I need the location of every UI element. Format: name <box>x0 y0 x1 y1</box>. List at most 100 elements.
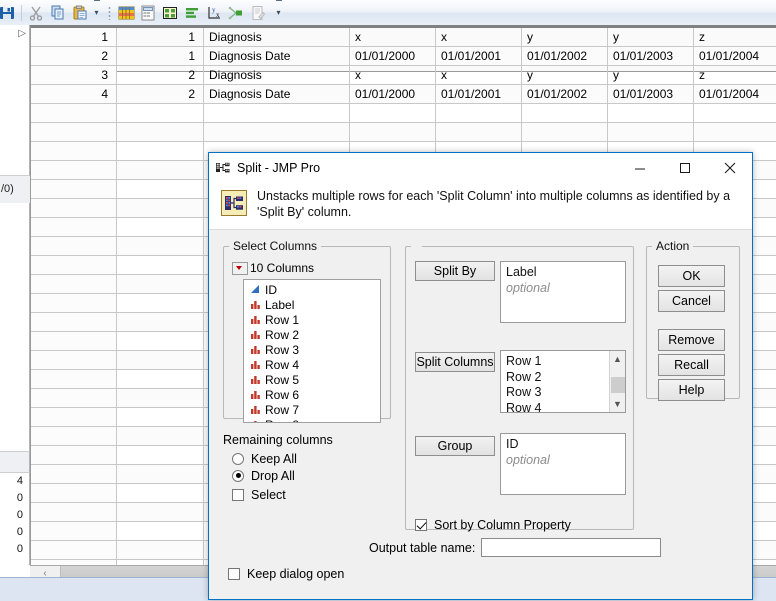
table-cell[interactable]: x <box>436 28 522 46</box>
table-cell[interactable] <box>117 199 204 217</box>
table-cell[interactable] <box>117 161 204 179</box>
recall-button[interactable]: Recall <box>658 354 725 376</box>
column-list-item[interactable]: Row 8 <box>244 417 380 422</box>
table-cell[interactable] <box>694 104 776 122</box>
row-number-cell[interactable] <box>31 180 117 198</box>
table-cell[interactable]: 1 <box>117 47 204 65</box>
split-columns-item[interactable]: Row 1 <box>506 354 608 370</box>
table-cell[interactable]: 01/01/2001 <box>436 47 522 65</box>
table-row-empty[interactable] <box>31 123 776 142</box>
radio-drop-all-indicator[interactable] <box>232 469 244 482</box>
row-number-cell[interactable] <box>31 256 117 274</box>
row-number-cell[interactable] <box>31 142 117 160</box>
maximize-button[interactable] <box>662 153 707 183</box>
radio-keep-all[interactable]: Keep All <box>223 450 403 467</box>
cut-icon[interactable] <box>25 2 47 24</box>
row-number-cell[interactable]: 3 <box>31 66 117 84</box>
table-cell[interactable]: 01/01/2003 <box>608 85 694 103</box>
row-number-cell[interactable] <box>31 332 117 350</box>
distribution-icon[interactable] <box>181 2 203 24</box>
table-cell[interactable] <box>117 446 204 464</box>
row-number-cell[interactable] <box>31 218 117 236</box>
group-value[interactable]: ID <box>506 437 625 453</box>
tabulate-icon[interactable] <box>159 2 181 24</box>
row-number-cell[interactable] <box>31 123 117 141</box>
checkbox-select[interactable]: Select <box>223 486 403 503</box>
table-row-empty[interactable] <box>31 104 776 123</box>
split-columns-button[interactable]: Split Columns <box>415 352 495 372</box>
row-number-cell[interactable] <box>31 275 117 293</box>
paste-icon[interactable] <box>69 2 91 24</box>
cancel-button[interactable]: Cancel <box>658 290 725 312</box>
table-cell[interactable] <box>117 522 204 540</box>
column-list-item[interactable]: Row 2 <box>244 327 380 342</box>
row-number-cell[interactable]: 1 <box>31 28 117 46</box>
table-cell[interactable] <box>117 427 204 445</box>
row-number-cell[interactable] <box>31 522 117 540</box>
table-panel-top[interactable]: ▷ <box>0 25 30 176</box>
table-row[interactable]: 2 1 Diagnosis Date 01/01/2000 01/01/2001 01/0… <box>31 47 776 66</box>
split-by-button[interactable]: Split By <box>415 261 495 281</box>
columns-panel-body[interactable] <box>0 203 30 452</box>
table-row[interactable]: 3 2 Diagnosis x x y y z <box>31 66 776 85</box>
row-number-cell[interactable] <box>31 199 117 217</box>
help-button[interactable]: Help <box>658 379 725 401</box>
table-cell[interactable]: y <box>608 66 694 84</box>
row-number-cell[interactable] <box>31 351 117 369</box>
column-list-item[interactable]: Row 5 <box>244 372 380 387</box>
table-cell[interactable] <box>350 104 436 122</box>
table-cell[interactable]: 01/01/2004 <box>694 85 776 103</box>
table-cell[interactable] <box>117 408 204 426</box>
split-by-value[interactable]: Label <box>506 265 625 281</box>
table-cell[interactable]: Diagnosis Date <box>204 85 350 103</box>
table-cell[interactable]: z <box>694 28 776 46</box>
scroll-down-icon[interactable]: ▼ <box>610 396 625 412</box>
table-cell[interactable]: 01/01/2000 <box>350 47 436 65</box>
table-cell[interactable]: 01/01/2001 <box>436 85 522 103</box>
table-cell[interactable] <box>694 123 776 141</box>
row-number-cell[interactable] <box>31 541 117 559</box>
column-list-item[interactable]: Label <box>244 297 380 312</box>
column-list-item[interactable]: Row 7 <box>244 402 380 417</box>
column-list-item[interactable]: Row 1 <box>244 312 380 327</box>
close-button[interactable] <box>707 153 752 183</box>
fit-y-by-x-icon[interactable]: yx <box>203 2 225 24</box>
table-cell[interactable] <box>117 218 204 236</box>
remove-button[interactable]: Remove <box>658 329 725 351</box>
table-cell[interactable]: y <box>522 28 608 46</box>
table-cell[interactable] <box>117 351 204 369</box>
table-cell[interactable] <box>117 180 204 198</box>
table-cell[interactable]: x <box>436 66 522 84</box>
table-cell[interactable] <box>117 123 204 141</box>
split-by-box[interactable]: Label optional <box>500 261 626 323</box>
split-columns-item[interactable]: Row 4 <box>506 401 608 413</box>
table-cell[interactable] <box>350 123 436 141</box>
table-cell[interactable]: y <box>522 66 608 84</box>
table-cell[interactable]: 01/01/2002 <box>522 85 608 103</box>
column-list[interactable]: ID Label Row 1 Row 2 Row 3 Row 4 Row 5 Row 6 Row… <box>243 279 381 423</box>
save-icon[interactable] <box>0 2 18 24</box>
table-cell[interactable]: Diagnosis Date <box>204 47 350 65</box>
row-number-cell[interactable] <box>31 104 117 122</box>
table-cell[interactable] <box>117 237 204 255</box>
column-list-item[interactable]: Row 4 <box>244 357 380 372</box>
table-cell[interactable] <box>608 104 694 122</box>
table-cell[interactable]: 01/01/2000 <box>350 85 436 103</box>
scrollbar-thumb[interactable] <box>611 377 625 393</box>
table-cell[interactable] <box>117 541 204 559</box>
row-number-cell[interactable]: 2 <box>31 47 117 65</box>
split-columns-box[interactable]: Row 1 Row 2 Row 3 Row 4 ▲ ▼ <box>500 350 626 413</box>
checkbox-keep-open-indicator[interactable] <box>228 568 240 580</box>
report-icon[interactable] <box>137 2 159 24</box>
scroll-up-icon[interactable]: ▲ <box>610 351 625 367</box>
table-cell[interactable] <box>522 123 608 141</box>
table-cell[interactable]: x <box>350 66 436 84</box>
table-cell[interactable] <box>608 123 694 141</box>
ok-button[interactable]: OK <box>658 265 725 287</box>
row-number-cell[interactable] <box>31 294 117 312</box>
fit-model-icon[interactable] <box>225 2 247 24</box>
toolbar-grip[interactable] <box>108 5 112 20</box>
table-cell[interactable] <box>204 123 350 141</box>
group-box[interactable]: ID optional <box>500 433 626 495</box>
table-cell[interactable] <box>436 104 522 122</box>
